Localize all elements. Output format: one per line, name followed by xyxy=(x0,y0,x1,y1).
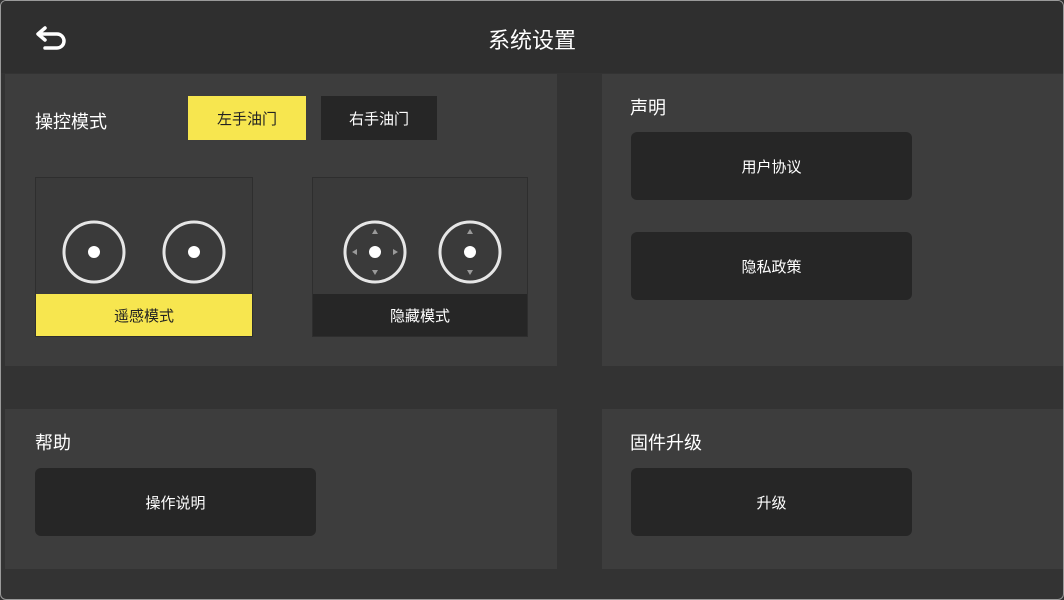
left-joystick-icon xyxy=(62,220,126,284)
left-throttle-button[interactable]: 左手油门 xyxy=(188,96,306,140)
top-bar: 系统设置 xyxy=(1,1,1063,73)
privacy-policy-button[interactable]: 隐私政策 xyxy=(631,232,912,300)
control-mode-panel: 操控模式 左手油门 右手油门 遥感模式 隐藏模式 xyxy=(5,74,557,366)
upgrade-button[interactable]: 升级 xyxy=(631,468,912,536)
statement-title: 声明 xyxy=(630,98,666,119)
instructions-button[interactable]: 操作说明 xyxy=(35,468,316,536)
joystick-mode-card[interactable]: 遥感模式 xyxy=(35,177,253,337)
firmware-panel: 固件升级 升级 xyxy=(602,409,1063,569)
help-panel: 帮助 操作说明 xyxy=(5,409,557,569)
page-title: 系统设置 xyxy=(487,29,576,54)
joystick-mode-button[interactable]: 遥感模式 xyxy=(36,294,252,336)
left-dpad-joystick-icon xyxy=(343,220,407,284)
control-mode-title: 操控模式 xyxy=(35,112,107,133)
user-agreement-button[interactable]: 用户协议 xyxy=(631,132,912,200)
hidden-mode-button[interactable]: 隐藏模式 xyxy=(313,294,527,336)
firmware-title: 固件升级 xyxy=(630,433,702,454)
app-window: 系统设置 操控模式 左手油门 右手油门 遥感模式 隐藏模式 声明 用户协议 隐私… xyxy=(0,0,1064,600)
hidden-mode-card[interactable]: 隐藏模式 xyxy=(312,177,528,337)
right-joystick-icon xyxy=(162,220,226,284)
statement-panel: 声明 用户协议 隐私政策 xyxy=(602,74,1063,366)
right-throttle-button[interactable]: 右手油门 xyxy=(321,96,437,140)
right-dpad-joystick-icon xyxy=(438,220,502,284)
help-title: 帮助 xyxy=(35,433,71,454)
